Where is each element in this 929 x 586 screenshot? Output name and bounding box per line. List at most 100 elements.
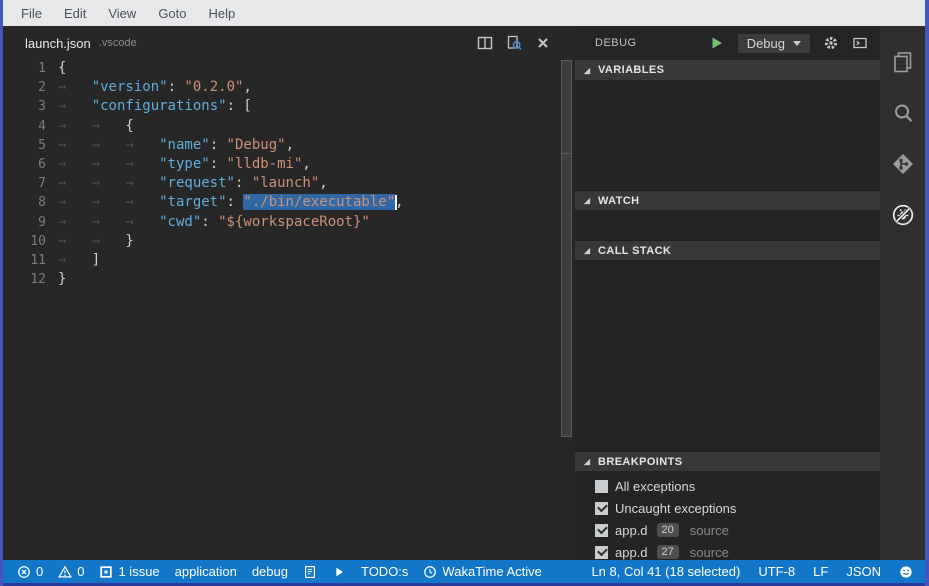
document-icon[interactable]: [303, 565, 317, 579]
issue-label: 1 issue: [118, 564, 159, 579]
breakpoint-row[interactable]: app.d 20 source: [575, 519, 880, 541]
section-label: CALL STACK: [598, 245, 671, 257]
code-line[interactable]: 11→]: [3, 251, 561, 270]
tab-whitespace-arrow: →: [58, 251, 92, 270]
debug-config-dropdown[interactable]: Debug: [738, 34, 810, 53]
line-number[interactable]: 9: [3, 213, 46, 232]
checkbox-checked[interactable]: [595, 546, 608, 559]
build-mode[interactable]: debug: [252, 564, 288, 579]
tab-whitespace-arrow: →: [92, 117, 126, 136]
tab-whitespace-arrow: →: [58, 193, 92, 212]
code-line[interactable]: 10→→}: [3, 232, 561, 251]
menu-help[interactable]: Help: [198, 6, 247, 21]
debug-console-icon[interactable]: [852, 35, 868, 51]
run-build-icon[interactable]: [332, 565, 346, 579]
menu-file[interactable]: File: [10, 6, 53, 21]
eol-indicator[interactable]: LF: [813, 564, 828, 579]
debug-icon[interactable]: [880, 189, 925, 240]
open-preview-icon[interactable]: [506, 35, 522, 51]
close-icon[interactable]: [535, 35, 551, 51]
project-name[interactable]: application: [175, 564, 237, 579]
debug-config-label: Debug: [747, 36, 785, 51]
search-icon[interactable]: [880, 87, 925, 138]
checkbox-checked[interactable]: [595, 524, 608, 537]
code-line[interactable]: 4→→{: [3, 117, 561, 136]
menu-edit[interactable]: Edit: [53, 6, 97, 21]
line-number[interactable]: 4: [3, 117, 46, 136]
code-token: "./bin/executable": [243, 194, 395, 210]
section-breakpoints[interactable]: BREAKPOINTS: [575, 451, 880, 471]
line-number[interactable]: 8: [3, 193, 46, 212]
code-token: "Debug": [227, 137, 286, 153]
todo-indicator[interactable]: TODO:s: [361, 564, 408, 579]
checkbox-checked[interactable]: [595, 502, 608, 515]
menubar: File Edit View Goto Help: [3, 0, 925, 26]
section-label: BREAKPOINTS: [598, 456, 682, 468]
cursor-position[interactable]: Ln 8, Col 41 (18 selected): [591, 564, 740, 579]
twistie-icon: [581, 245, 592, 256]
code-line[interactable]: 2→"version": "0.2.0",: [3, 78, 561, 97]
code-token: "name": [159, 137, 210, 153]
window-border-right: [925, 0, 929, 586]
breakpoint-row[interactable]: Uncaught exceptions: [575, 497, 880, 519]
scrollbar-divider: [562, 153, 571, 154]
section-call-stack[interactable]: CALL STACK: [575, 240, 880, 260]
tab-whitespace-arrow: →: [125, 136, 159, 155]
code-lines[interactable]: 1{2→"version": "0.2.0",3→"configurations…: [3, 59, 561, 289]
encoding-indicator[interactable]: UTF-8: [758, 564, 795, 579]
line-number[interactable]: 2: [3, 78, 46, 97]
tab-whitespace-arrow: →: [125, 193, 159, 212]
debug-panel-header: DEBUG Debug: [575, 26, 880, 60]
editor-scrollbar[interactable]: [561, 60, 574, 560]
code-token: "target": [159, 194, 226, 210]
variables-body: [575, 80, 880, 190]
line-number[interactable]: 1: [3, 59, 46, 78]
line-number[interactable]: 12: [3, 270, 46, 289]
line-number[interactable]: 6: [3, 155, 46, 174]
project-label: application: [175, 564, 237, 579]
tab-whitespace-arrow: →: [92, 155, 126, 174]
code-line[interactable]: 1{: [3, 59, 561, 78]
chevron-down-icon: [793, 41, 801, 46]
feedback-smiley-icon[interactable]: [899, 565, 913, 579]
issue-indicator[interactable]: 1 issue: [99, 564, 159, 579]
git-icon[interactable]: [880, 138, 925, 189]
line-number[interactable]: 5: [3, 136, 46, 155]
section-watch[interactable]: WATCH: [575, 190, 880, 210]
section-variables[interactable]: VARIABLES: [575, 60, 880, 80]
build-mode-label: debug: [252, 564, 288, 579]
error-count[interactable]: 0: [17, 564, 43, 579]
checkbox-unchecked[interactable]: [595, 480, 608, 493]
menu-view[interactable]: View: [97, 6, 147, 21]
tab-whitespace-arrow: →: [92, 232, 126, 251]
files-icon[interactable]: [880, 36, 925, 87]
language-indicator[interactable]: JSON: [846, 564, 881, 579]
menu-goto[interactable]: Goto: [147, 6, 197, 21]
breakpoint-label: All exceptions: [615, 479, 695, 494]
breakpoint-row[interactable]: All exceptions: [575, 475, 880, 497]
tab-launch-json[interactable]: launch.json: [25, 36, 91, 51]
gear-icon[interactable]: [823, 35, 839, 51]
code-line[interactable]: 3→"configurations": [: [3, 97, 561, 116]
code-line[interactable]: 6→→→"type": "lldb-mi",: [3, 155, 561, 174]
start-debug-icon[interactable]: [709, 35, 725, 51]
code-line-text: →→→"name": "Debug",: [58, 136, 294, 155]
split-editor-icon[interactable]: [477, 35, 493, 51]
tab-whitespace-arrow: →: [58, 117, 92, 136]
code-line[interactable]: 12}: [3, 270, 561, 289]
wakatime-indicator[interactable]: WakaTime Active: [423, 564, 541, 579]
line-number[interactable]: 10: [3, 232, 46, 251]
tab-whitespace-arrow: →: [58, 174, 92, 193]
code-line[interactable]: 9→→→"cwd": "${workspaceRoot}": [3, 213, 561, 232]
code-token: {: [125, 118, 133, 134]
eol-label: LF: [813, 564, 828, 579]
tab-whitespace-arrow: →: [125, 213, 159, 232]
warning-count[interactable]: 0: [58, 564, 84, 579]
code-line[interactable]: 8→→→"target": "./bin/executable",: [3, 193, 561, 212]
line-number[interactable]: 3: [3, 97, 46, 116]
code-line[interactable]: 7→→→"request": "launch",: [3, 174, 561, 193]
line-number[interactable]: 7: [3, 174, 46, 193]
scrollbar-thumb[interactable]: [561, 60, 572, 437]
code-line[interactable]: 5 →→→"name": "Debug",: [3, 136, 561, 155]
line-number[interactable]: 11: [3, 251, 46, 270]
